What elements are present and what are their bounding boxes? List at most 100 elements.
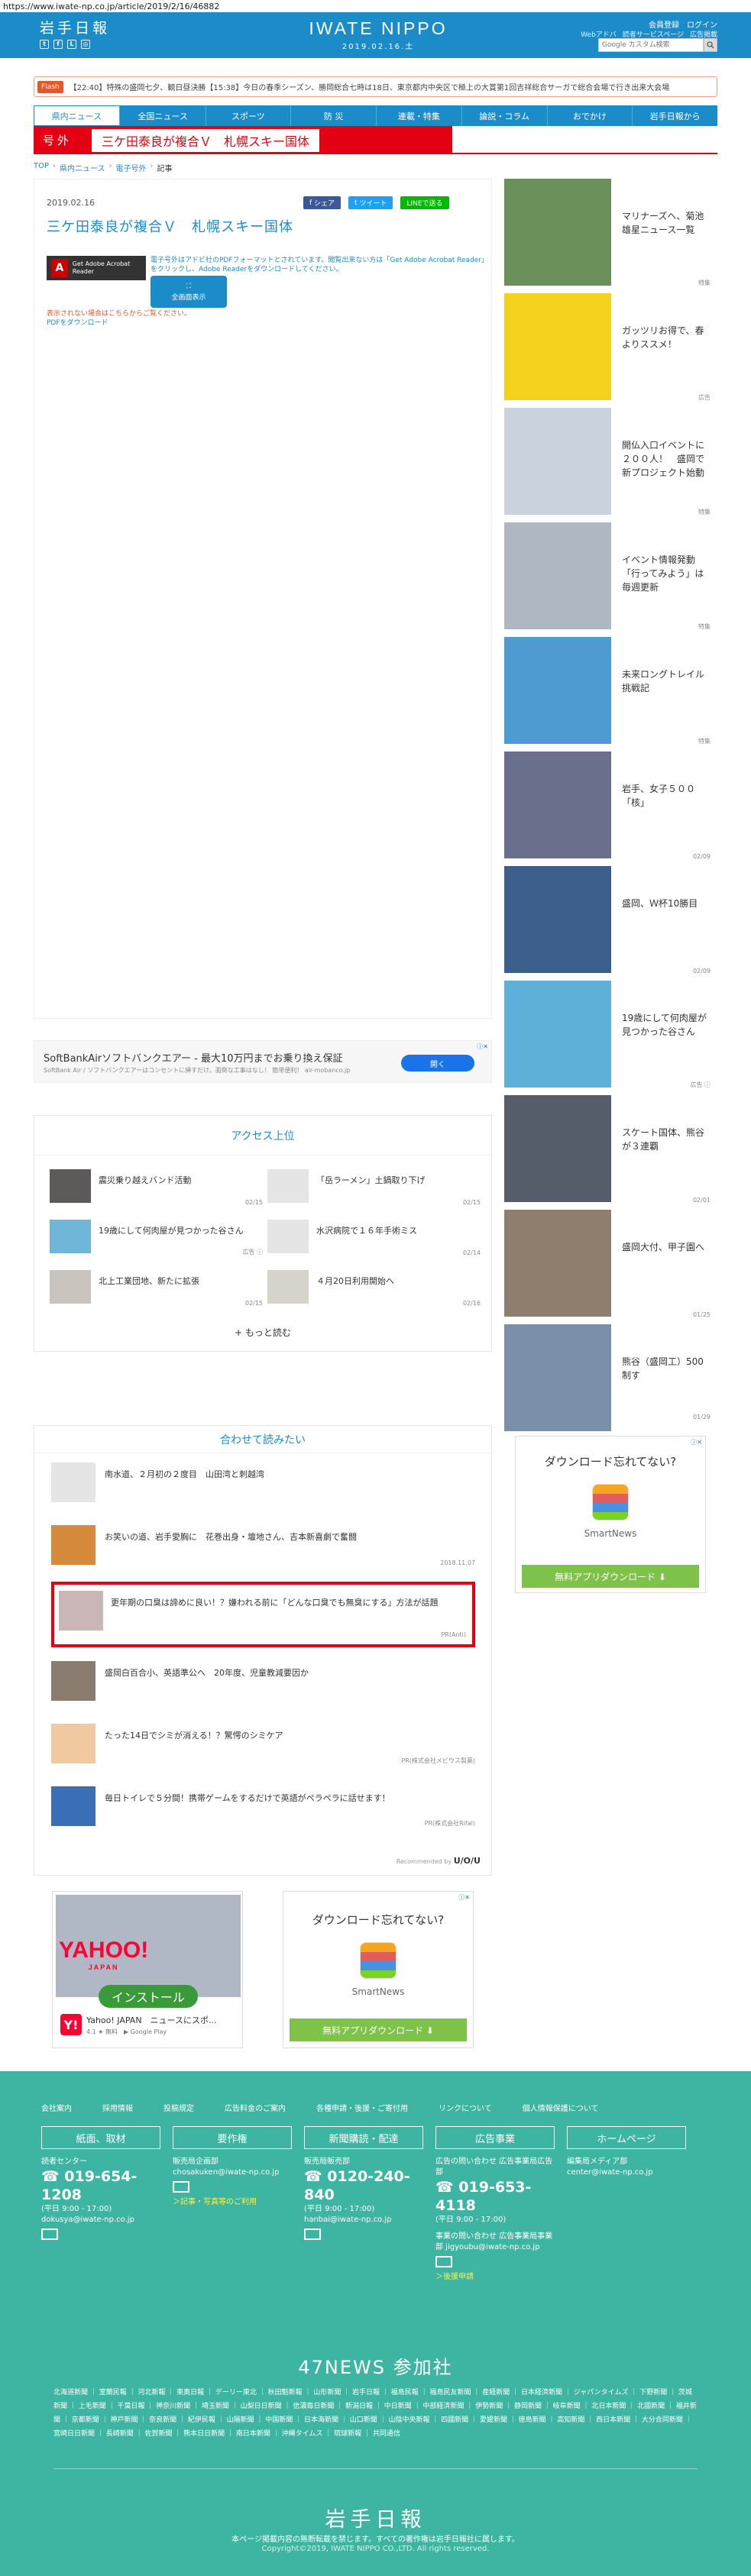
sidebar-item[interactable]: 開仏入口イベントに２００人！ 盛岡で新プロジェクト始動 特集 <box>504 408 717 521</box>
nav-outings[interactable]: おでかけ <box>548 105 633 126</box>
footer-link-applications[interactable]: 各種申請・後援・ご寄付用 <box>316 2102 408 2113</box>
flash-tag: Flash <box>37 80 63 93</box>
list-item-highlighted[interactable]: 更年期の口臭は諦めに良い！？嫌われる前に「どんな口臭でも無臭にする」方法が話題 P… <box>51 1582 475 1647</box>
contact-phone[interactable]: ☎ 019-653-4118 <box>435 2178 555 2215</box>
download-button[interactable]: 無料アプリダウンロード ⬇ <box>522 1565 699 1588</box>
install-button[interactable]: インストール <box>99 1985 198 2008</box>
nav-sports[interactable]: スポーツ <box>206 105 292 126</box>
site-logo[interactable]: 岩手日報 <box>40 17 110 37</box>
list-item[interactable]: 北上工業団地、新たに拡張 02/15 <box>50 1270 267 1311</box>
mail-icon[interactable] <box>435 2256 452 2267</box>
contact-extra-link[interactable]: ＞記事・写真等のご利用 <box>173 2197 292 2208</box>
acrobat-reader-link[interactable]: A Get Adobe Acrobat Reader <box>47 256 146 280</box>
sidebar-item[interactable]: ガッツリお得で、春よりススメ！ 広告 <box>504 293 717 406</box>
list-item[interactable]: 震災乗り越えバンド活動 02/15 <box>50 1169 267 1210</box>
thumbnail <box>504 1324 611 1431</box>
contact-phone[interactable]: ☎ 019-654-1208 <box>41 2167 160 2204</box>
footer-link-privacy[interactable]: 個人情報保護について <box>523 2102 599 2113</box>
smartnews-ad-sidebar[interactable]: ⓘ✕ ダウンロード忘れてない? SmartNews 無料アプリダウンロード ⬇ <box>515 1436 706 1593</box>
adchoices-icon[interactable]: ⓘ✕ <box>477 1042 488 1051</box>
phone-icon: ☎ <box>435 2179 454 2196</box>
news47-member-papers[interactable]: 北海道新聞 ｜ 室蘭民報 ｜ 河北新報 ｜ 東奥日報 ｜ デーリー東北 ｜ 秋田… <box>53 2386 698 2441</box>
line-icon[interactable]: L <box>67 40 76 49</box>
article: 2019.02.16 f シェア t ツイート LINEで送る 三ケ田泰良が複合… <box>34 179 492 1019</box>
contact-email[interactable]: hanbai@iwate-np.co.jp <box>304 2215 423 2225</box>
flash-news-bar[interactable]: Flash 【22:40】特殊の盛岡七夕、観日昼決勝【15:38】今日の春季シー… <box>34 76 717 97</box>
nav-prefecture-news[interactable]: 県内ニュース <box>34 106 120 125</box>
nav-from-iwate-nippo[interactable]: 岩手日報から <box>633 105 717 126</box>
smartnews-ad-bottom[interactable]: ⓘ✕ ダウンロード忘れてない? SmartNews 無料アプリダウンロード ⬇ <box>283 1891 474 2048</box>
search-input[interactable] <box>598 38 704 52</box>
brand[interactable]: IWATE NIPPO 2019.02.16.土 <box>302 18 455 51</box>
nav-disaster[interactable]: 防 災 <box>291 105 377 126</box>
adchoices-icon[interactable]: ⓘ✕ <box>691 1438 702 1446</box>
sidebar-item[interactable]: 岩手、女子５００「核」 02/09 <box>504 751 717 865</box>
article-date: 2019.02.16 <box>47 198 95 208</box>
footer-link-linking[interactable]: リンクについて <box>439 2102 492 2113</box>
adchoices-icon[interactable]: ⓘ✕ <box>458 1893 470 1902</box>
list-item[interactable]: たった14日でシミが消える！？驚愕のシミケア PR(株式会社メビウス製薬) <box>51 1718 475 1771</box>
smartnews-icon <box>360 1942 397 1979</box>
sidebar-item[interactable]: イベント情報発動「行ってみよう」は毎週更新 特集 <box>504 522 717 635</box>
item-date: PR(株式会社メビウス製薬) <box>401 1757 475 1764</box>
softbank-ad[interactable]: ⓘ✕ SoftBankAirソフトバンクエアー - 最大10万円までお乗り換え保… <box>34 1040 492 1083</box>
facebook-share-button[interactable]: f シェア <box>303 196 342 209</box>
mail-icon[interactable] <box>41 2229 58 2240</box>
contact-extra-link[interactable]: ＞後援申請 <box>435 2272 555 2283</box>
breadcrumb-top[interactable]: TOP <box>34 162 49 173</box>
facebook-icon[interactable]: f <box>53 40 63 49</box>
sidebar-item[interactable]: 未来ロングトレイル挑戦記 特集 <box>504 637 717 750</box>
contact-email[interactable]: 事業の問い合わせ 広告事業局事業部 jigyoubu@iwate-np.co.j… <box>435 2232 555 2253</box>
sidebar-item[interactable]: 盛岡、Ｗ杯10勝目 02/09 <box>504 866 717 979</box>
contact-phone[interactable]: ☎ 0120-240-840 <box>304 2167 423 2204</box>
list-item[interactable]: ４月20日利用開始へ 02/16 <box>267 1270 485 1311</box>
nav-national-news[interactable]: 全国ニュース <box>121 105 206 126</box>
twitter-icon[interactable]: t <box>40 40 49 49</box>
search-button[interactable] <box>704 38 717 52</box>
breadcrumb-prefecture-news[interactable]: 県内ニュース <box>60 162 105 173</box>
sidebar-item[interactable]: 熊谷（盛岡工）500制す 01/29 <box>504 1324 717 1431</box>
thumbnail <box>504 637 611 744</box>
contact-email[interactable]: center@iwate-np.co.jp <box>567 2167 686 2178</box>
contact-head: 紙面、取材 <box>41 2126 160 2149</box>
nav-features[interactable]: 連載・特集 <box>377 105 462 126</box>
list-item[interactable]: 19歳にして何肉屋が見つかった谷さん 広告 ⓘ <box>50 1220 267 1261</box>
list-item[interactable]: 水沢病院で１６年手術ミス 02/14 <box>267 1220 485 1261</box>
login-link[interactable]: ログイン <box>687 18 717 30</box>
contact-email[interactable]: chosakuken@iwate-np.co.jp <box>173 2167 292 2178</box>
list-item[interactable]: 毎日トイレで５分間！携帯ゲームをするだけで英語がペラペラに話せます！ PR(株式会… <box>51 1780 475 1834</box>
instagram-icon[interactable]: ◎ <box>81 40 90 49</box>
footer-link-ad-rates[interactable]: 広告料金のご案内 <box>225 2102 286 2113</box>
list-item[interactable]: 南水道、２月初の２度目 山田湾と刺越湾 <box>51 1456 475 1510</box>
pdf-download-link[interactable]: PDFをダウンロード <box>47 319 108 327</box>
mail-icon[interactable] <box>304 2229 321 2240</box>
thumbnail <box>51 1786 95 1826</box>
tweet-button[interactable]: t ツイート <box>348 196 393 209</box>
footer-link-company[interactable]: 会社案内 <box>41 2102 72 2113</box>
ad-open-button[interactable]: 開く <box>401 1055 474 1071</box>
contact-email[interactable]: dokusya@iwate-np.co.jp <box>41 2215 160 2225</box>
sidebar-item[interactable]: 盛岡大付、甲子園へ 01/25 <box>504 1210 717 1323</box>
sidebar-item[interactable]: マリナーズへ、菊池雄星ニュース一覧 特集 <box>504 179 717 292</box>
access-ranking: アクセス上位 震災乗り越えバンド活動 02/15 「岳ラーメン」土鍋取り下げ 02/… <box>34 1115 492 1352</box>
download-button[interactable]: 無料アプリダウンロード ⬇ <box>290 2018 467 2041</box>
line-share-button[interactable]: LINEで送る <box>400 196 449 209</box>
nav-columns[interactable]: 論説・コラム <box>462 105 548 126</box>
fullscreen-button[interactable]: ⛶ 全画面表示 <box>151 276 227 308</box>
footer-link-recruit[interactable]: 採用情報 <box>102 2102 133 2113</box>
list-item[interactable]: 「岳ラーメン」土鍋取り下げ 02/15 <box>267 1169 485 1210</box>
mail-icon[interactable] <box>173 2181 189 2193</box>
item-date: PR(株式会社Rifal) <box>424 1820 475 1827</box>
yahoo-app-ad[interactable]: YAHOO! JAPAN インストール Y! Yahoo! JAPAN ニュースに… <box>52 1891 243 2048</box>
list-item[interactable]: 盛岡白百合小、英語準公へ 20年度、児童教減要因か <box>51 1655 475 1708</box>
sidebar-item[interactable]: 19歳にして何肉屋が見つかった谷さん 広告 ⓘ <box>504 981 717 1094</box>
powered-by[interactable]: Recommended by U/O/U <box>397 1856 481 1866</box>
footer-logo[interactable]: 岩手日報 <box>0 2503 751 2532</box>
breadcrumb-extra[interactable]: 電子号外 <box>116 162 147 173</box>
more-button[interactable]: + もっと読む <box>34 1326 491 1339</box>
footer-link-submission[interactable]: 投稿規定 <box>163 2102 194 2113</box>
list-item[interactable]: お笑いの道、岩手愛胸に 花巻出身・壇地さん、吉本新喜劇で奮闘 2018.11.07 <box>51 1519 475 1572</box>
register-link[interactable]: 会員登録 <box>649 18 679 30</box>
sidebar-item[interactable]: スケート国体、熊谷が３連覇 02/01 <box>504 1095 717 1208</box>
app-rating: 4.1 ★ 無料 ▶ Google Play <box>86 2028 167 2035</box>
